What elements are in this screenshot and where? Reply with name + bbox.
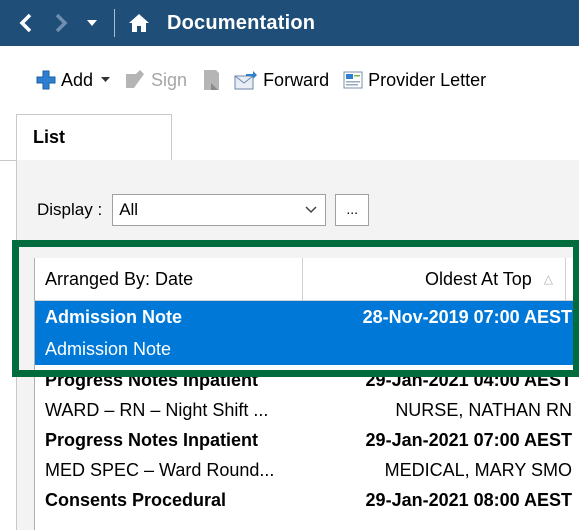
chevron-down-icon <box>305 206 317 214</box>
letter-icon <box>343 70 363 90</box>
title-separator <box>114 9 115 37</box>
tab-strip: List <box>0 114 579 161</box>
back-arrow-icon <box>19 13 32 33</box>
list-header: Arranged By: Date Oldest At Top △ <box>35 258 579 301</box>
home-icon <box>129 14 149 32</box>
tab-list[interactable]: List <box>16 114 172 160</box>
notes-list: Arranged By: Date Oldest At Top △ Admiss… <box>34 258 579 530</box>
display-more-button[interactable]: ... <box>335 194 370 226</box>
add-label: Add <box>61 69 94 90</box>
note-datetime: 29-Jan-2021 07:00 AEST <box>365 429 572 450</box>
note-author: MEDICAL, MARY SMO <box>384 459 572 480</box>
note-title: Consents Procedural <box>45 489 227 510</box>
note-author: NURSE, NATHAN RN <box>395 399 572 420</box>
list-item[interactable]: Consents Procedural 29-Jan-2021 08:00 AE… <box>35 485 579 515</box>
note-datetime: 28-Nov-2019 07:00 AEST <box>362 306 572 327</box>
note-title: Progress Notes Inpatient <box>45 429 259 450</box>
title-bar: Documentation <box>0 0 579 46</box>
note-subtitle: Admission Note <box>45 338 172 359</box>
display-filter-row: Display : All ... <box>37 194 370 226</box>
display-value: All <box>119 200 139 219</box>
page-title: Documentation <box>167 11 316 34</box>
column-header-arranged[interactable]: Arranged By: Date <box>35 258 303 300</box>
sign-icon <box>124 70 146 90</box>
dropdown-caret-icon <box>87 20 97 26</box>
order-label: Oldest At Top <box>425 268 532 289</box>
chevron-down-icon <box>101 77 111 83</box>
back-button[interactable] <box>8 0 44 46</box>
note-datetime: 29-Jan-2021 04:00 AEST <box>365 369 572 390</box>
sign-button[interactable]: Sign <box>124 70 187 91</box>
document-action-button[interactable] <box>201 69 226 91</box>
list-item[interactable]: Admission Note 28-Nov-2019 07:00 AEST Ad… <box>35 301 579 365</box>
list-item[interactable]: Progress Notes Inpatient 29-Jan-2021 04:… <box>35 365 579 425</box>
display-label: Display : <box>37 200 103 219</box>
home-button[interactable] <box>125 0 153 46</box>
forward-label: Forward <box>263 69 330 90</box>
note-subtitle: WARD – RN – Night Shift ... <box>45 399 269 420</box>
provider-letter-label: Provider Letter <box>368 69 487 90</box>
forward-button[interactable]: Forward <box>234 70 329 91</box>
history-dropdown-button[interactable] <box>78 0 106 46</box>
forward-arrow-icon <box>55 13 68 33</box>
note-title: Progress Notes Inpatient <box>45 369 259 390</box>
display-select[interactable]: All <box>112 194 327 226</box>
sign-label: Sign <box>151 69 188 90</box>
list-item[interactable]: Progress Notes Inpatient 29-Jan-2021 07:… <box>35 425 579 485</box>
sort-arrow-icon: △ <box>543 272 553 286</box>
add-button[interactable]: Add <box>36 69 111 91</box>
toolbar: Add Sign Forward Provider Letter <box>0 46 579 114</box>
forward-nav-button[interactable] <box>44 0 78 46</box>
arranged-by-label: Arranged By: Date <box>45 268 194 289</box>
note-subtitle: MED SPEC – Ward Round... <box>45 459 275 480</box>
note-datetime: 29-Jan-2021 08:00 AEST <box>365 489 572 510</box>
plus-icon <box>36 70 56 90</box>
forward-envelope-icon <box>234 70 258 90</box>
document-icon <box>201 69 221 91</box>
column-header-order[interactable]: Oldest At Top △ <box>303 258 566 300</box>
provider-letter-button[interactable]: Provider Letter <box>343 70 486 91</box>
note-title: Admission Note <box>45 306 183 327</box>
